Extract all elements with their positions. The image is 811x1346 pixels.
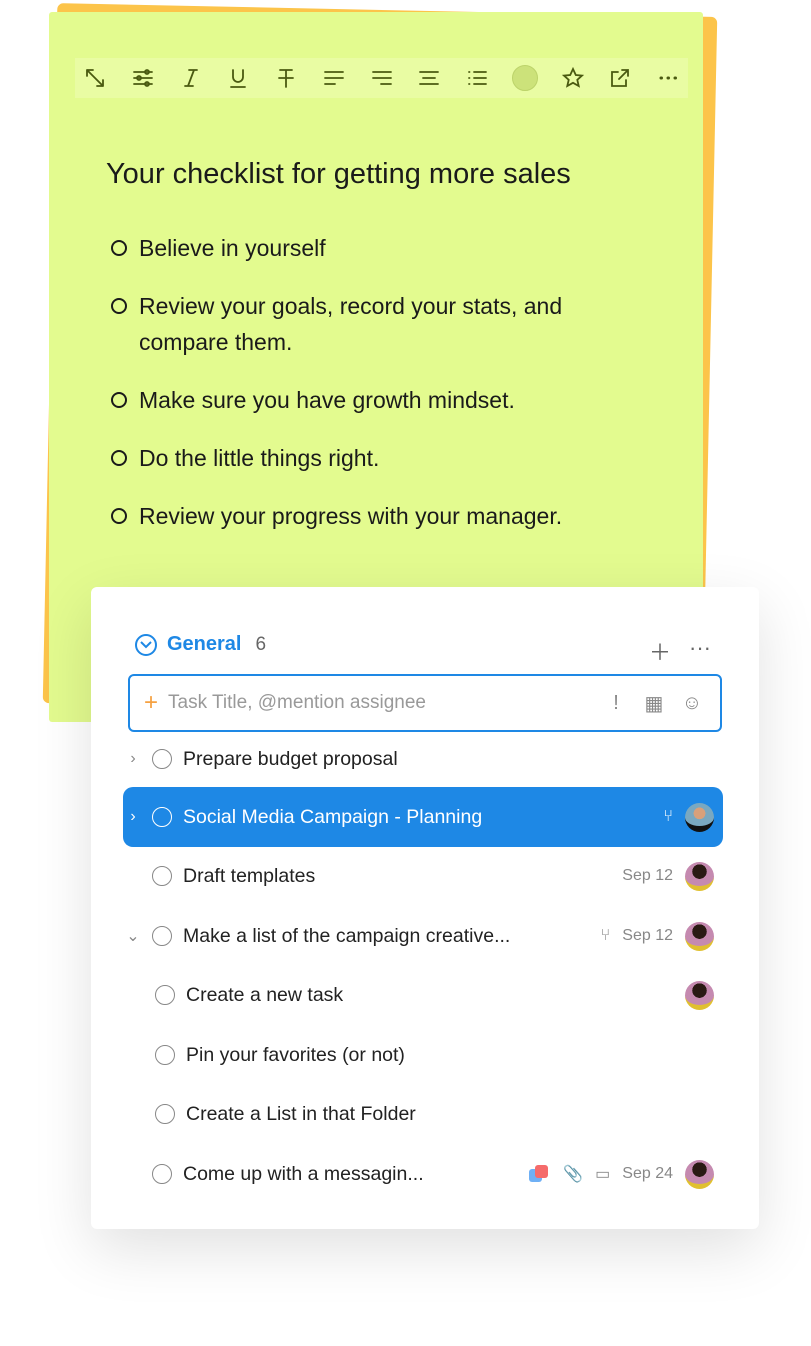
align-center-icon[interactable] [415,64,443,92]
task-row[interactable]: Draft templates Sep 12 [123,847,723,905]
due-date[interactable]: Sep 12 [622,867,673,885]
bullet-circle-icon[interactable] [111,508,127,524]
tags-icon[interactable] [529,1165,551,1183]
more-icon[interactable]: ··· [689,635,711,667]
collapse-chevron-icon[interactable] [135,633,157,656]
bullet-circle-icon[interactable] [111,240,127,256]
due-date[interactable]: Sep 24 [622,1165,673,1183]
task-row-selected[interactable]: › Social Media Campaign - Planning ⑂ [123,787,723,847]
bullet-circle-icon[interactable] [111,450,127,466]
task-checkbox[interactable] [152,866,172,886]
assignee-icon[interactable]: ☺ [678,692,706,715]
note-toolbar [75,58,688,98]
add-icon[interactable]: ＋ [649,635,671,667]
chevron-down-icon[interactable]: ⌄ [123,926,143,946]
numbered-list-icon[interactable] [511,64,539,92]
priority-icon[interactable]: ! [602,692,630,715]
bullet-circle-icon[interactable] [111,392,127,408]
group-title: General [167,633,242,655]
avatar[interactable] [685,1159,714,1189]
task-row[interactable]: › Prepare budget proposal [123,730,723,788]
avatar[interactable] [685,980,714,1010]
strikethrough-icon[interactable] [272,64,300,92]
star-icon[interactable] [559,64,587,92]
task-checkbox[interactable] [152,926,172,946]
task-checkbox[interactable] [155,985,175,1005]
comment-icon[interactable]: ▭ [595,1164,610,1184]
bullet-circle-icon[interactable] [111,298,127,314]
checklist-item[interactable]: Review your progress with your manager. [111,498,631,534]
chevron-right-icon[interactable]: › [123,750,143,768]
checklist-item[interactable]: Review your goals, record your stats, an… [111,288,631,360]
italic-icon[interactable] [177,64,205,92]
avatar[interactable] [685,802,714,832]
group-count: 6 [255,633,267,655]
checklist-item[interactable]: Do the little things right. [111,440,631,476]
calendar-icon[interactable]: ▦ [640,691,668,716]
plus-icon: + [144,689,159,716]
task-row[interactable]: Come up with a messagin... 📎 ▭ Sep 24 [123,1145,723,1203]
color-swatch[interactable] [511,65,538,91]
task-list-card: General 6 ＋ ··· + ! ▦ ☺ ›Prepare budget p… [91,587,759,1229]
subtask-icon: ⑂ [600,927,611,944]
more-icon[interactable] [654,64,682,92]
task-checkbox[interactable] [155,1104,175,1124]
due-date[interactable]: Sep 12 [622,927,673,945]
new-task-field: + ! ▦ ☺ [128,674,722,732]
task-checkbox[interactable] [152,1164,172,1184]
task-title-input[interactable] [168,692,592,714]
bullet-list-icon[interactable] [463,64,491,92]
task-checkbox[interactable] [155,1045,175,1065]
avatar[interactable] [685,861,714,891]
avatar[interactable] [685,921,714,951]
task-checkbox[interactable] [152,749,172,769]
expand-icon[interactable] [81,64,109,92]
note-title: Your checklist for getting more sales [106,158,571,190]
checklist-item[interactable]: Make sure you have growth mindset. [111,382,631,418]
underline-icon[interactable] [224,64,252,92]
align-right-icon[interactable] [368,64,396,92]
align-left-icon[interactable] [320,64,348,92]
subtask-row[interactable]: Pin your favorites (or not) [146,1026,723,1084]
group-header[interactable]: General 6 [135,633,266,656]
task-checkbox[interactable] [152,807,172,827]
checklist: Believe in yourself Review your goals, r… [111,230,631,556]
subtask-icon: ⑂ [663,808,673,825]
subtask-row[interactable]: Create a List in that Folder [146,1085,723,1143]
subtask-row[interactable]: Create a new task [146,966,723,1024]
task-row[interactable]: ⌄ Make a list of the campaign creative...… [123,907,723,965]
open-external-icon[interactable] [606,64,634,92]
chevron-right-icon[interactable]: › [123,808,143,826]
sliders-icon[interactable] [129,64,157,92]
attachment-icon[interactable]: 📎 [563,1164,583,1184]
checklist-item[interactable]: Believe in yourself [111,230,631,266]
